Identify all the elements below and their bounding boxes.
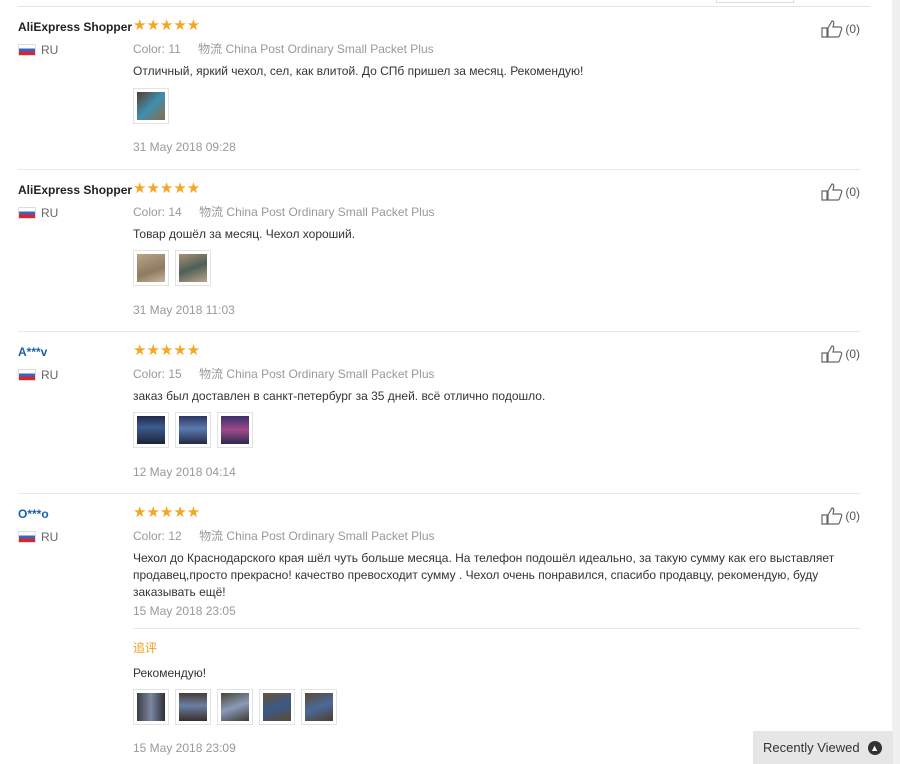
- review-date: 31 May 2018 11:03: [133, 303, 235, 317]
- logistics-label: 物流: [199, 205, 224, 219]
- followup-label: 追评: [133, 641, 158, 655]
- review-text: Отличный, яркий чехол, сел, как влитой. …: [133, 64, 584, 78]
- review-text: Чехол до Краснодарского края шёл чуть бо…: [133, 551, 835, 599]
- reviewer-country: RU: [18, 530, 58, 544]
- color-label: Color:: [133, 42, 166, 56]
- recently-viewed-label: Recently Viewed: [763, 740, 860, 755]
- color-value: 11: [168, 42, 181, 56]
- reviewer-country: RU: [18, 43, 58, 57]
- review-photos: [133, 88, 169, 124]
- review-item: AliExpress Shopper RU ★★★★★ Color: 11 物流…: [18, 6, 860, 170]
- review-photo[interactable]: [301, 689, 337, 725]
- reviewer-name: AliExpress Shopper: [18, 183, 133, 197]
- color-value: 14: [168, 205, 182, 219]
- russia-flag-icon: [18, 44, 36, 56]
- logistics-value: China Post Ordinary Small Packet Plus: [225, 42, 434, 56]
- color-value: 15: [168, 367, 182, 381]
- rating-stars: ★★★★★: [133, 180, 201, 197]
- reviewer-country: RU: [18, 368, 58, 382]
- review-photo[interactable]: [133, 689, 169, 725]
- review-item: O***o RU ★★★★★ Color: 12 物流 China Post O…: [18, 493, 860, 764]
- review-photo[interactable]: [133, 412, 169, 448]
- thumbs-up-icon: [821, 507, 843, 525]
- russia-flag-icon: [18, 531, 36, 543]
- review-photo[interactable]: [175, 250, 211, 286]
- review-meta: Color: 14 物流 China Post Ordinary Small P…: [133, 203, 435, 220]
- review-meta: Color: 12 物流 China Post Ordinary Small P…: [133, 527, 435, 544]
- followup-divider: [133, 628, 860, 629]
- review-meta: Color: 11 物流 China Post Ordinary Small P…: [133, 40, 434, 57]
- rating-stars: ★★★★★: [133, 17, 201, 34]
- review-date: 15 May 2018 23:05: [133, 604, 236, 618]
- review-item: AliExpress Shopper RU ★★★★★ Color: 14 物流…: [18, 169, 860, 332]
- review-photo[interactable]: [217, 689, 253, 725]
- logistics-label: 物流: [199, 367, 224, 381]
- thumbs-up-icon: [821, 183, 843, 201]
- country-code: RU: [41, 368, 59, 382]
- like-button[interactable]: (0): [821, 345, 860, 363]
- sort-dropdown[interactable]: [716, 0, 794, 3]
- logistics-label: 物流: [199, 529, 224, 543]
- russia-flag-icon: [18, 207, 36, 219]
- like-count: (0): [845, 347, 860, 361]
- russia-flag-icon: [18, 369, 36, 381]
- review-photo[interactable]: [133, 250, 169, 286]
- chevron-up-icon: ▲: [867, 740, 882, 755]
- like-count: (0): [845, 509, 860, 523]
- color-label: Color:: [133, 367, 166, 381]
- thumbs-up-icon: [821, 345, 843, 363]
- reviewer-country: RU: [18, 206, 58, 220]
- review-photo[interactable]: [259, 689, 295, 725]
- like-button[interactable]: (0): [821, 183, 860, 201]
- review-photo[interactable]: [175, 412, 211, 448]
- country-code: RU: [41, 206, 59, 220]
- followup-text: Рекомендую!: [133, 666, 207, 680]
- review-meta: Color: 15 物流 China Post Ordinary Small P…: [133, 365, 435, 382]
- like-count: (0): [845, 185, 860, 199]
- like-count: (0): [845, 22, 860, 36]
- logistics-value: China Post Ordinary Small Packet Plus: [226, 205, 435, 219]
- review-date: 12 May 2018 04:14: [133, 465, 236, 479]
- color-label: Color:: [133, 529, 166, 543]
- review-photo[interactable]: [217, 412, 253, 448]
- review-item: A***v RU ★★★★★ Color: 15 物流 China Post O…: [18, 331, 860, 494]
- reviewer-name[interactable]: A***v: [18, 345, 47, 359]
- reviewer-name[interactable]: O***o: [18, 507, 49, 521]
- logistics-label: 物流: [198, 42, 223, 56]
- color-label: Color:: [133, 205, 166, 219]
- color-value: 12: [168, 529, 182, 543]
- review-photos: [133, 412, 253, 448]
- review-text: заказ был доставлен в санкт-петербург за…: [133, 389, 546, 403]
- followup-date: 15 May 2018 23:09: [133, 741, 236, 755]
- logistics-value: China Post Ordinary Small Packet Plus: [226, 529, 435, 543]
- review-photos: [133, 250, 211, 286]
- review-photo[interactable]: [133, 88, 169, 124]
- country-code: RU: [41, 43, 59, 57]
- reviewer-name: AliExpress Shopper: [18, 20, 133, 34]
- recently-viewed-button[interactable]: Recently Viewed ▲: [753, 731, 893, 764]
- thumbs-up-icon: [821, 20, 843, 38]
- logistics-value: China Post Ordinary Small Packet Plus: [226, 367, 435, 381]
- rating-stars: ★★★★★: [133, 342, 201, 359]
- like-button[interactable]: (0): [821, 20, 860, 38]
- review-photo[interactable]: [175, 689, 211, 725]
- country-code: RU: [41, 530, 59, 544]
- like-button[interactable]: (0): [821, 507, 860, 525]
- review-date: 31 May 2018 09:28: [133, 140, 236, 154]
- rating-stars: ★★★★★: [133, 504, 201, 521]
- review-text: Товар дошёл за месяц. Чехол хороший.: [133, 227, 356, 241]
- scrollbar[interactable]: [892, 0, 900, 764]
- followup-photos: [133, 689, 337, 725]
